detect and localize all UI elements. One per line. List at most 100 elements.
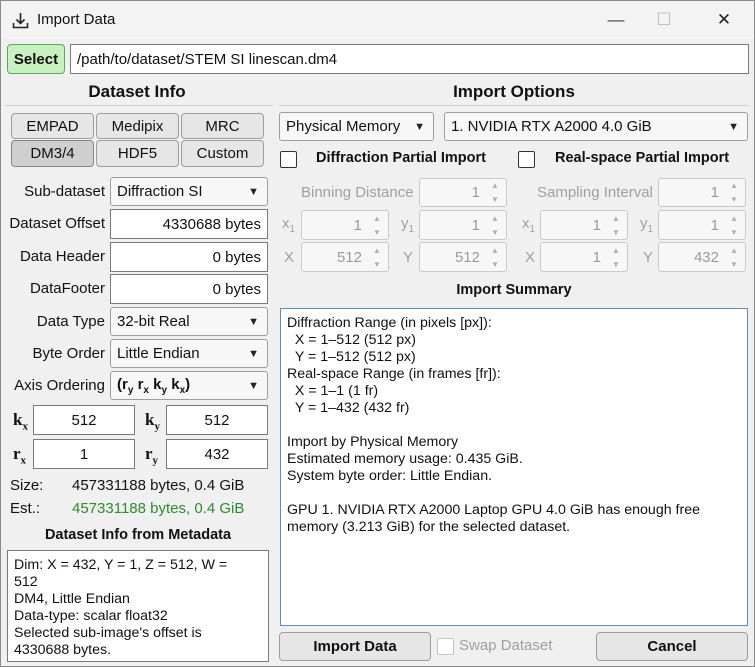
ry-label: ry: [145, 444, 159, 467]
sampling-spinbox[interactable]: 1 ▲ ▼: [658, 178, 746, 207]
close-icon: ✕: [716, 10, 732, 29]
spin-up-icon[interactable]: ▲: [366, 211, 388, 225]
spin-up-icon[interactable]: ▲: [605, 211, 627, 225]
memory-select[interactable]: Physical Memory ▼: [279, 112, 434, 141]
data-type-value: 32-bit Real: [117, 313, 190, 330]
spin-down-icon[interactable]: ▼: [366, 225, 388, 239]
window-title: Import Data: [37, 11, 116, 28]
spin-down-icon[interactable]: ▼: [366, 257, 388, 271]
spin-up-icon[interactable]: ▲: [484, 211, 506, 225]
spin-up-icon[interactable]: ▲: [605, 243, 627, 257]
minimize-button[interactable]: —: [593, 1, 639, 39]
real-y-label: Y: [643, 249, 654, 266]
diff-x-label: X: [284, 249, 295, 266]
format-custom-button[interactable]: Custom: [181, 140, 264, 167]
byte-order-value: Little Endian: [117, 345, 200, 362]
gpu-value: 1. NVIDIA RTX A2000 4.0 GiB: [451, 118, 652, 135]
diff-y1-spinbox[interactable]: 1 ▲ ▼: [419, 210, 507, 240]
chevron-down-icon: ▼: [248, 347, 259, 360]
binning-spinbox[interactable]: 1 ▲ ▼: [419, 178, 507, 207]
format-dm34-button[interactable]: DM3/4: [11, 140, 94, 167]
chevron-down-icon: ▼: [248, 315, 259, 328]
chevron-down-icon: ▼: [414, 120, 425, 133]
header-label: Data Header: [19, 248, 105, 265]
spin-down-icon[interactable]: ▼: [723, 193, 745, 207]
diffraction-partial-checkbox[interactable]: [280, 151, 297, 168]
title-bar: Import Data — ☐ ✕: [1, 1, 754, 39]
binning-label: Binning Distance: [301, 184, 414, 201]
spin-down-icon[interactable]: ▼: [723, 225, 745, 239]
divider: [279, 105, 749, 106]
spin-up-icon[interactable]: ▲: [366, 243, 388, 257]
real-space-partial-label: Real-space Partial Import: [555, 150, 730, 166]
kx-field[interactable]: 512: [33, 405, 135, 435]
offset-field[interactable]: 4330688 bytes: [110, 209, 268, 239]
spin-down-icon[interactable]: ▼: [723, 257, 745, 271]
spin-up-icon[interactable]: ▲: [723, 243, 745, 257]
real-y1-label: y1: [640, 215, 654, 235]
import-summary-heading: Import Summary: [456, 282, 572, 298]
cancel-button[interactable]: Cancel: [596, 632, 748, 661]
sampling-label: Sampling Interval: [537, 184, 653, 201]
sub-dataset-select[interactable]: Diffraction SI ▼: [110, 177, 268, 206]
chevron-down-icon: ▼: [248, 185, 259, 198]
diff-x-spinbox[interactable]: 512 ▲ ▼: [301, 242, 389, 272]
close-button[interactable]: ✕: [701, 1, 747, 39]
real-y1-spinbox[interactable]: 1 ▲ ▼: [658, 210, 746, 240]
spin-up-icon[interactable]: ▲: [484, 179, 506, 193]
diff-x1-spinbox[interactable]: 1 ▲ ▼: [301, 210, 389, 240]
axis-ordering-label: Axis Ordering: [14, 377, 105, 394]
select-file-button[interactable]: Select: [7, 44, 65, 74]
est-label: Est.:: [10, 500, 41, 517]
spin-up-icon[interactable]: ▲: [484, 243, 506, 257]
format-hdf5-button[interactable]: HDF5: [96, 140, 179, 167]
import-options-heading: Import Options: [453, 82, 575, 101]
footer-field[interactable]: 0 bytes: [110, 274, 268, 304]
metadata-text[interactable]: Dim: X = 432, Y = 1, Z = 512, W = 512 DM…: [7, 550, 269, 662]
data-type-select[interactable]: 32-bit Real ▼: [110, 307, 268, 336]
format-empad-button[interactable]: EMPAD: [11, 113, 94, 139]
spin-up-icon[interactable]: ▲: [723, 179, 745, 193]
footer-label: DataFooter: [29, 280, 105, 297]
axis-ordering-value: (ry rx ky kx): [117, 375, 191, 396]
minimize-icon: —: [607, 10, 625, 29]
byte-order-select[interactable]: Little Endian ▼: [110, 339, 268, 368]
swap-dataset-label: Swap Dataset: [459, 637, 553, 654]
est-value: 457331188 bytes, 0.4 GiB: [72, 500, 245, 517]
offset-label: Dataset Offset: [9, 215, 105, 232]
memory-value: Physical Memory: [286, 118, 401, 135]
maximize-button[interactable]: ☐: [641, 1, 687, 39]
spin-down-icon[interactable]: ▼: [605, 225, 627, 239]
format-medipix-button[interactable]: Medipix: [96, 113, 179, 139]
real-x1-spinbox[interactable]: 1 ▲ ▼: [540, 210, 628, 240]
spin-down-icon[interactable]: ▼: [484, 225, 506, 239]
real-x-spinbox[interactable]: 1 ▲ ▼: [540, 242, 628, 272]
spin-down-icon[interactable]: ▼: [605, 257, 627, 271]
divider: [5, 105, 273, 106]
spin-down-icon[interactable]: ▼: [484, 257, 506, 271]
ky-field[interactable]: 512: [166, 405, 268, 435]
byte-order-label: Byte Order: [32, 345, 105, 362]
format-mrc-button[interactable]: MRC: [181, 113, 264, 139]
spin-up-icon[interactable]: ▲: [723, 211, 745, 225]
real-y-spinbox[interactable]: 432 ▲ ▼: [658, 242, 746, 272]
import-summary-text[interactable]: Diffraction Range (in pixels [px]): X = …: [280, 308, 748, 626]
dataset-info-heading: Dataset Info: [88, 82, 186, 101]
ky-label: ky: [145, 410, 160, 433]
diff-y-spinbox[interactable]: 512 ▲ ▼: [419, 242, 507, 272]
rx-field[interactable]: 1: [33, 439, 135, 469]
import-data-window: Import Data — ☐ ✕ Select /path/to/datase…: [0, 0, 755, 667]
file-path-field[interactable]: /path/to/dataset/STEM SI linescan.dm4: [70, 44, 749, 74]
gpu-select[interactable]: 1. NVIDIA RTX A2000 4.0 GiB ▼: [444, 112, 748, 141]
header-field[interactable]: 0 bytes: [110, 242, 268, 272]
maximize-icon: ☐: [656, 10, 672, 29]
spin-down-icon[interactable]: ▼: [484, 193, 506, 207]
real-space-partial-checkbox[interactable]: [518, 151, 535, 168]
diffraction-partial-label: Diffraction Partial Import: [316, 150, 486, 166]
diff-y1-label: y1: [401, 215, 415, 235]
axis-ordering-select[interactable]: (ry rx ky kx) ▼: [110, 371, 268, 400]
swap-dataset-checkbox[interactable]: [437, 638, 454, 655]
import-data-button[interactable]: Import Data: [279, 632, 431, 661]
rx-label: rx: [13, 444, 27, 467]
ry-field[interactable]: 432: [166, 439, 268, 469]
